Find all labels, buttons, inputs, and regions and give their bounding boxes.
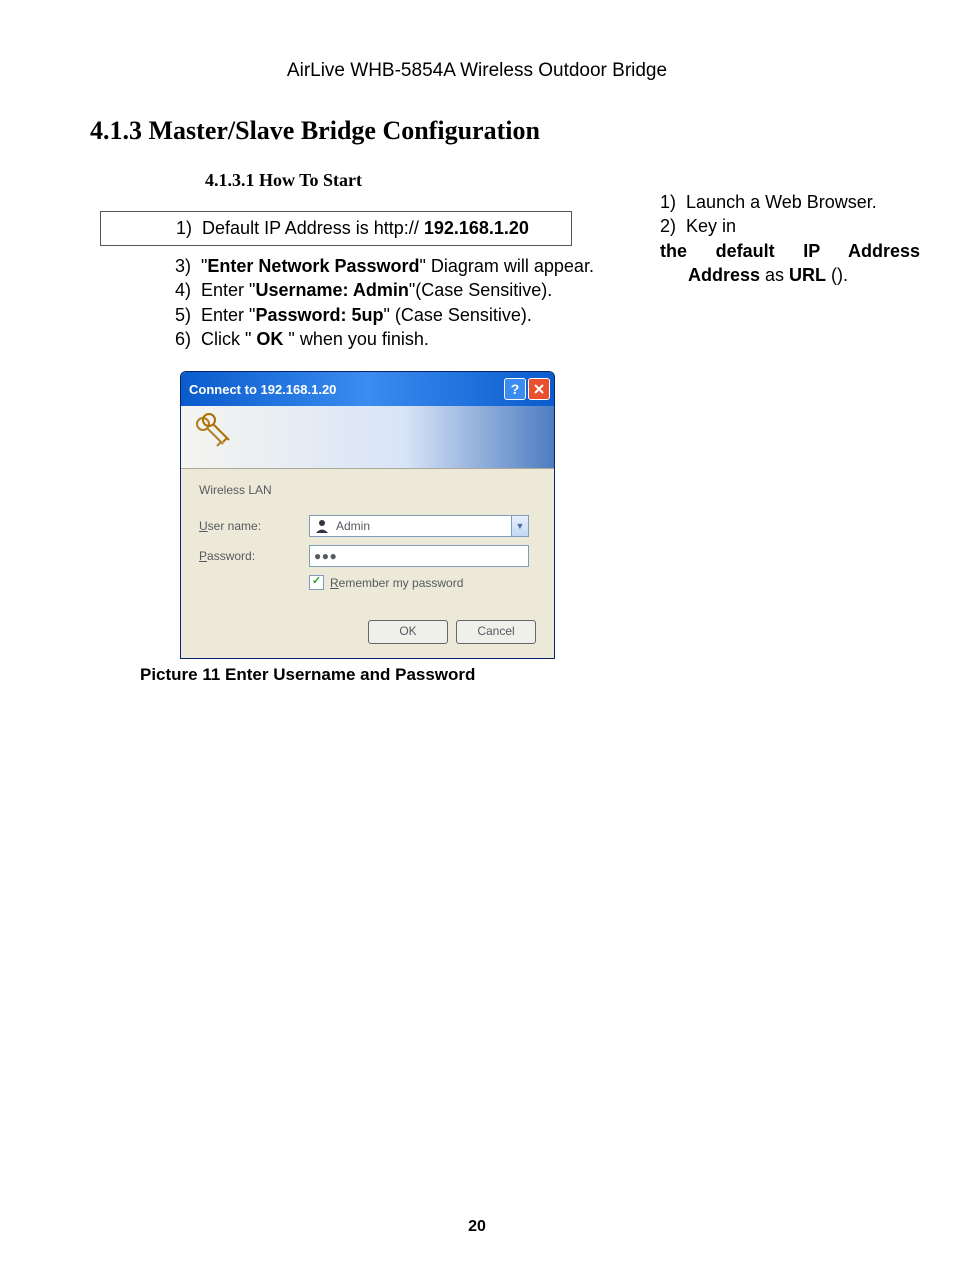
bold-text: the default IP Address xyxy=(660,241,920,261)
subsection-heading: 4.1.3.1 How To Start xyxy=(205,170,864,191)
username-value: Admin xyxy=(336,519,370,533)
list-text: "(Case Sensitive). xyxy=(409,280,552,300)
username-input[interactable]: Admin ▼ xyxy=(309,515,529,537)
list-text: Enter " xyxy=(201,280,255,300)
list-number: 1) xyxy=(660,192,676,212)
figure-caption: Picture 11 Enter Username and Password xyxy=(140,665,864,685)
help-button[interactable]: ? xyxy=(504,378,526,400)
bold-text: Password: 5up xyxy=(255,305,383,325)
list-text: " Diagram will appear. xyxy=(419,256,593,276)
bold-text: Enter Network Password xyxy=(207,256,419,276)
list-number: 1) xyxy=(176,218,192,238)
list-number: 4) xyxy=(175,280,191,300)
list-number: 3) xyxy=(175,256,191,276)
list-text: as xyxy=(760,265,789,285)
list-text: " when you finish. xyxy=(283,329,428,349)
close-button[interactable] xyxy=(528,378,550,400)
ip-address: 192.168.1.20 xyxy=(424,218,529,238)
password-mask: ●●● xyxy=(314,549,337,563)
ok-button[interactable]: OK xyxy=(368,620,448,644)
bold-text: URL xyxy=(789,265,826,285)
auth-dialog: Connect to 192.168.1.20 ? Wireless LAN U… xyxy=(180,371,555,659)
boxed-note: 1) Default IP Address is http:// 192.168… xyxy=(100,211,572,246)
section-heading: 4.1.3 Master/Slave Bridge Configuration xyxy=(90,116,864,146)
list-number: 2) xyxy=(660,216,676,236)
list-text: Enter " xyxy=(201,305,255,325)
password-label: Password: xyxy=(199,549,309,563)
page-number: 20 xyxy=(0,1218,954,1236)
password-input[interactable]: ●●● xyxy=(309,545,529,567)
list-text: Launch a Web Browser. xyxy=(686,192,877,212)
remember-label: Remember my password xyxy=(330,576,463,590)
dialog-titlebar: Connect to 192.168.1.20 ? xyxy=(181,372,554,406)
list-number: 5) xyxy=(175,305,191,325)
close-icon xyxy=(534,384,544,394)
list-text: Click " xyxy=(201,329,256,349)
cancel-button[interactable]: Cancel xyxy=(456,620,536,644)
bold-text: OK xyxy=(256,329,283,349)
right-column: 1) Launch a Web Browser. 2) Key in the d… xyxy=(660,190,920,287)
user-icon xyxy=(314,518,330,534)
remember-checkbox[interactable]: ✓ xyxy=(309,575,324,590)
list-text: (). xyxy=(826,265,848,285)
username-label: User name: xyxy=(199,519,309,533)
dialog-title: Connect to 192.168.1.20 xyxy=(189,382,336,397)
keys-icon xyxy=(193,412,233,456)
list-text: " (Case Sensitive). xyxy=(383,305,531,325)
chevron-down-icon[interactable]: ▼ xyxy=(511,516,528,536)
dialog-banner xyxy=(181,406,554,469)
list-text: Default IP Address is http:// xyxy=(202,218,424,238)
bold-text: Username: Admin xyxy=(255,280,408,300)
page-header: AirLive WHB-5854A Wireless Outdoor Bridg… xyxy=(90,60,864,82)
list-text: Key in xyxy=(686,216,736,236)
realm-label: Wireless LAN xyxy=(199,483,536,497)
list-number: 6) xyxy=(175,329,191,349)
